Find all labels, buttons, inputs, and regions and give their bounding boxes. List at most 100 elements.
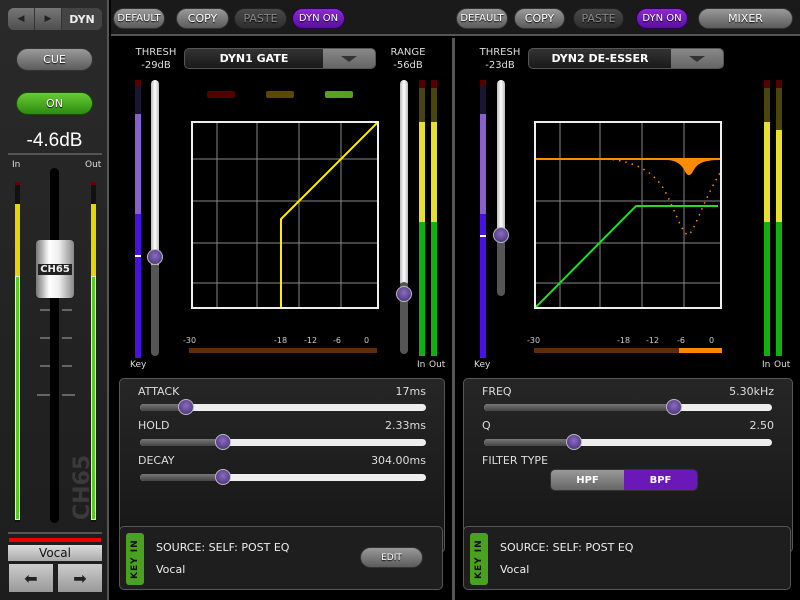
filter-hpf-button[interactable]: HPF <box>551 470 624 490</box>
dyn2-out-meter <box>776 80 782 356</box>
in-label: In <box>762 360 771 370</box>
channel-strip: ◀ ▶ DYN CUE ON -4.6dB In Out CH65 CH65 V… <box>0 0 109 600</box>
freq-knob[interactable] <box>666 399 682 415</box>
decay-value: 304.00ms <box>371 454 426 467</box>
prev-channel-button[interactable]: ⬅ <box>9 564 53 592</box>
dyn1-range-slider-upper[interactable] <box>400 80 408 286</box>
dyn2-in-meter <box>764 80 770 356</box>
arrow-right-icon: ➡ <box>73 568 87 588</box>
fader-tick <box>37 394 50 396</box>
meter-clip <box>764 80 770 88</box>
out-label: Out <box>85 160 102 170</box>
dyn1-type-dropdown-button[interactable] <box>323 49 375 68</box>
fader-knob[interactable]: CH65 <box>36 240 74 298</box>
prev-page-button[interactable]: ◀ <box>8 8 35 30</box>
dyn-nav: ◀ ▶ DYN <box>8 8 102 30</box>
dyn1-thresh-knob[interactable] <box>147 249 163 265</box>
fader-tick <box>62 394 75 396</box>
decay-slider[interactable] <box>140 474 426 481</box>
deesser-eq-curve <box>536 158 720 175</box>
dyn1-in-meter <box>419 80 425 356</box>
gr-scale-label: 0 <box>709 336 715 345</box>
key-in-tag: KEY IN <box>470 533 488 585</box>
next-channel-button[interactable]: ➡ <box>58 564 102 592</box>
output-meter-clip <box>91 182 96 185</box>
freq-label: FREQ <box>482 385 512 398</box>
dyn2-type-selector[interactable]: DYN2 DE-ESSER <box>528 48 724 69</box>
dyn2-type-dropdown-button[interactable] <box>671 49 723 68</box>
slider-fill <box>140 404 183 411</box>
dyn2-paste-button[interactable]: PASTE <box>573 8 624 29</box>
slider-fill <box>484 439 574 446</box>
gr-scale-label: -30 <box>527 336 541 345</box>
dyn2-default-button[interactable]: DEFAULT <box>456 8 508 29</box>
fader-track[interactable] <box>50 168 59 523</box>
triangle-right-icon: ▶ <box>44 14 52 24</box>
decay-knob[interactable] <box>215 469 231 485</box>
key-in-edit-button[interactable]: EDIT <box>360 547 423 568</box>
dyn2-thresh-knob[interactable] <box>493 227 509 243</box>
gr-scale-label: 0 <box>364 336 370 345</box>
dyn2-key-meter <box>480 80 486 358</box>
hold-label: HOLD <box>138 419 170 432</box>
mixer-button[interactable]: MIXER <box>698 8 793 29</box>
hold-slider[interactable] <box>140 439 426 446</box>
dyn1-copy-button[interactable]: COPY <box>176 8 229 29</box>
dyn1-type-name: DYN1 GATE <box>219 52 289 65</box>
freq-slider[interactable] <box>484 404 772 411</box>
meter-clip <box>431 80 437 88</box>
meter-unlit <box>419 88 425 122</box>
dyn1-gain-reduction-meter <box>189 348 377 353</box>
hold-knob[interactable] <box>215 434 231 450</box>
fader-tick <box>40 365 50 367</box>
fader-tick <box>62 337 72 339</box>
dyn1-key-meter <box>135 80 141 358</box>
dyn2-copy-button[interactable]: COPY <box>514 8 565 29</box>
out-label: Out <box>774 360 791 370</box>
filter-bpf-button[interactable]: BPF <box>624 470 697 490</box>
meter-green <box>764 222 770 356</box>
dyn1-panel: THRESH -29dB DYN1 GATE RANGE -56dB Key -… <box>111 38 452 600</box>
dyn1-on-button[interactable]: DYN ON <box>292 8 345 29</box>
dyn1-thresh-slider-upper[interactable] <box>151 80 159 268</box>
gate-open-indicator[interactable] <box>325 91 353 98</box>
dyn2-panel: THRESH -23dB DYN2 DE-ESSER Key -30 -18 -… <box>455 38 800 600</box>
dyn2-thresh-value: -23dB <box>485 60 515 71</box>
gr-scale-label: -30 <box>183 336 197 345</box>
dyn2-thresh-slider-upper[interactable] <box>497 80 505 232</box>
next-page-button[interactable]: ▶ <box>35 8 62 30</box>
divider <box>8 153 102 155</box>
meter-yellow <box>419 122 425 222</box>
key-in-source: SOURCE: SELF: POST EQ <box>156 541 290 554</box>
on-button[interactable]: ON <box>16 92 93 115</box>
slider-fill <box>484 404 672 411</box>
dyn1-type-selector[interactable]: DYN1 GATE <box>184 48 376 69</box>
dyn1-default-button[interactable]: DEFAULT <box>113 8 165 29</box>
channel-name[interactable]: Vocal <box>8 545 102 561</box>
key-in-name: Vocal <box>156 563 186 576</box>
filter-type-label: FILTER TYPE <box>482 454 549 467</box>
q-slider[interactable] <box>484 439 772 446</box>
input-meter-clip <box>15 182 20 185</box>
dyn1-range-knob[interactable] <box>396 286 412 302</box>
meter-yellow <box>431 122 437 222</box>
gain-reduction-fill <box>678 348 722 353</box>
meter-unlit <box>431 88 437 122</box>
gate-closed-indicator <box>207 91 235 98</box>
meter-clip <box>419 80 425 88</box>
slider-fill <box>140 439 223 446</box>
key-meter-lower <box>135 214 141 358</box>
dyn1-thresh-slider-lower[interactable] <box>151 264 159 356</box>
dyn2-on-button[interactable]: DYN ON <box>636 8 688 29</box>
dyn1-paste-button[interactable]: PASTE <box>234 8 287 29</box>
attack-knob[interactable] <box>178 399 194 415</box>
dyn2-thresh-label: THRESH <box>479 47 521 58</box>
key-in-source: SOURCE: SELF: POST EQ <box>500 541 634 554</box>
output-meter-yellow <box>91 204 96 276</box>
fader-tick <box>62 365 72 367</box>
dyn1-thresh-label: THRESH <box>135 47 177 58</box>
q-knob[interactable] <box>566 434 582 450</box>
cue-button[interactable]: CUE <box>16 48 93 71</box>
key-meter-clip <box>135 80 141 86</box>
fader-channel-label: CH65 <box>38 263 72 275</box>
